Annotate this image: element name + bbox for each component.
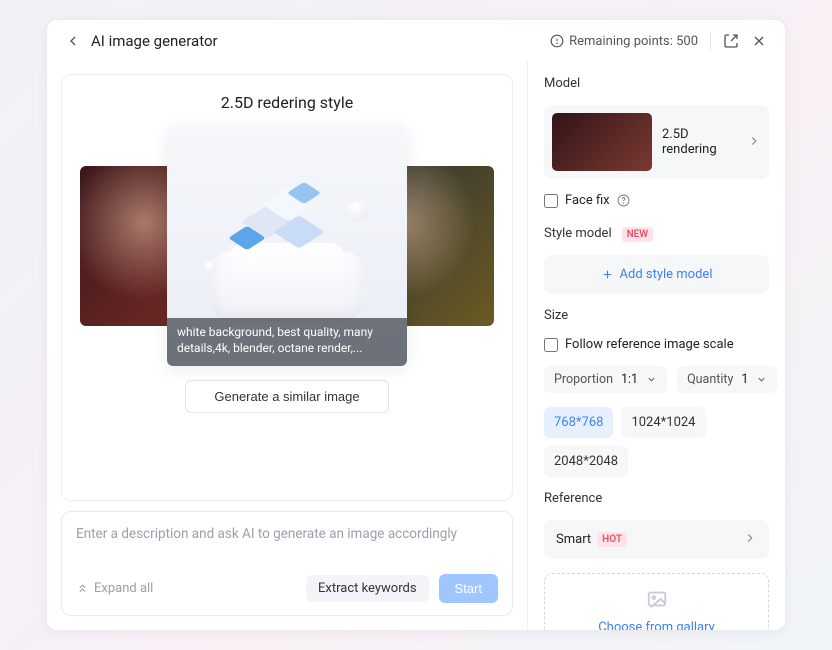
style-preview-card: 2.5D redering style [61, 74, 513, 501]
hot-badge: HOT [597, 532, 627, 547]
proportion-value: 1:1 [621, 372, 638, 387]
size-controls: Proportion 1:1 Quantity 1 [544, 366, 769, 393]
reference-mode-name: Smart [556, 532, 591, 547]
model-selector[interactable]: 2.5D rendering [544, 105, 769, 179]
new-badge: NEW [622, 227, 654, 242]
model-section-label: Model [544, 76, 769, 91]
ai-image-generator-modal: AI image generator Remaining points: 500… [47, 20, 785, 630]
external-open-icon[interactable] [723, 33, 739, 49]
chevron-down-icon [756, 374, 767, 385]
quantity-select[interactable]: Quantity 1 [677, 366, 777, 393]
follow-reference-checkbox[interactable] [544, 338, 558, 352]
left-column: 2.5D redering style [47, 60, 527, 630]
follow-reference-scale-toggle[interactable]: Follow reference image scale [544, 337, 769, 352]
chevron-down-icon [646, 374, 657, 385]
reference-mode-select[interactable]: Smart HOT [544, 520, 769, 559]
remaining-points: Remaining points: 500 [550, 34, 698, 49]
follow-reference-label: Follow reference image scale [565, 337, 734, 352]
prompt-input[interactable]: Enter a description and ask AI to genera… [76, 526, 498, 548]
chevron-right-icon [743, 530, 757, 549]
face-fix-label: Face fix [565, 193, 610, 208]
face-fix-checkbox[interactable] [544, 194, 558, 208]
size-option[interactable]: 2048*2048 [544, 446, 628, 477]
prompt-actions: Expand all Extract keywords Start [76, 574, 498, 603]
prompt-card: Enter a description and ask AI to genera… [61, 511, 513, 616]
reference-section-label: Reference [544, 491, 769, 506]
start-button[interactable]: Start [439, 574, 498, 603]
quantity-label: Quantity [687, 372, 733, 387]
expand-label: Expand all [94, 581, 153, 596]
size-option[interactable]: 1024*1024 [621, 407, 705, 438]
style-caption: white background, best quality, many det… [167, 318, 407, 366]
quantity-value: 1 [741, 372, 748, 387]
extract-keywords-button[interactable]: Extract keywords [306, 575, 429, 602]
render-preview [202, 161, 372, 331]
model-name: 2.5D rendering [662, 127, 737, 157]
style-carousel[interactable]: white background, best quality, many det… [72, 126, 502, 366]
add-style-label: Add style model [620, 267, 713, 282]
proportion-select[interactable]: Proportion 1:1 [544, 366, 667, 393]
modal-body: 2.5D redering style [47, 60, 785, 630]
image-placeholder-icon [646, 588, 668, 614]
points-label: Remaining points: 500 [569, 34, 698, 49]
page-title: AI image generator [91, 32, 540, 50]
generate-similar-button[interactable]: Generate a similar image [185, 380, 388, 413]
choose-gallery-link[interactable]: Choose from gallary [598, 620, 715, 630]
size-presets: 768*768 1024*1024 2048*2048 [544, 407, 769, 477]
header-actions: Remaining points: 500 [550, 32, 767, 50]
model-thumbnail [552, 113, 652, 171]
size-section-label: Size [544, 308, 769, 323]
chevron-right-icon [747, 133, 761, 152]
modal-header: AI image generator Remaining points: 500 [47, 20, 785, 60]
reference-upload-box[interactable]: Choose from gallary or Upload local imag… [544, 573, 769, 630]
proportion-label: Proportion [554, 372, 613, 387]
size-option[interactable]: 768*768 [544, 407, 613, 438]
carousel-slide-current[interactable]: white background, best quality, many det… [167, 126, 407, 366]
divider [710, 32, 711, 50]
help-icon[interactable] [617, 194, 630, 207]
close-icon[interactable] [751, 33, 767, 49]
style-title: 2.5D redering style [221, 93, 353, 112]
add-style-model-button[interactable]: Add style model [544, 255, 769, 294]
face-fix-toggle[interactable]: Face fix [544, 193, 769, 208]
settings-panel: Model 2.5D rendering Face fix Style mode… [527, 60, 785, 630]
back-icon[interactable] [65, 33, 81, 49]
style-model-section-label: Style model NEW [544, 222, 769, 241]
expand-all-button[interactable]: Expand all [76, 581, 296, 596]
